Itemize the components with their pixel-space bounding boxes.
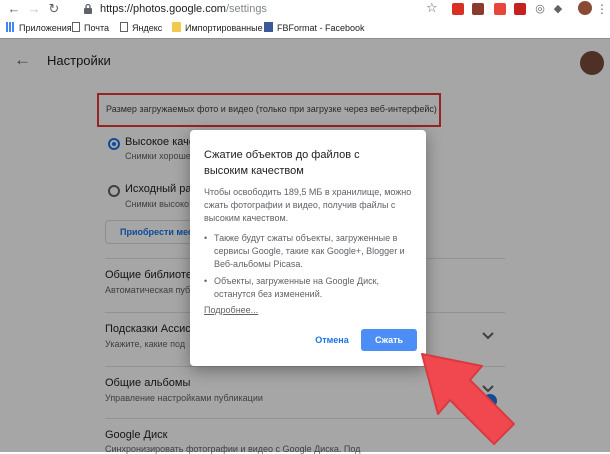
dialog-body: Чтобы освободить 189,5 МБ в хранилище, м… <box>204 187 412 223</box>
cancel-button[interactable]: Отмена <box>310 330 354 350</box>
learn-more-link[interactable]: Подробнее... <box>204 305 258 315</box>
fbformat-icon <box>264 22 273 32</box>
bookmark-yandex[interactable]: Яндекс <box>120 22 162 34</box>
menu-dots-icon[interactable]: ⋮ <box>594 1 610 17</box>
bookmarks-bar: Приложения Почта Яндекс Импортированные … <box>0 18 610 39</box>
extension-square-icon[interactable] <box>514 3 526 15</box>
bookmark-fbformat[interactable]: FBFormat - Facebook <box>264 22 365 34</box>
bookmark-apps[interactable]: Приложения <box>6 22 72 34</box>
extension-red-icon[interactable] <box>452 3 464 15</box>
dialog-bullets: Также будут сжаты объекты, загруженные в… <box>204 232 414 305</box>
back-arrow-icon[interactable]: ← <box>6 1 22 17</box>
extension-shield-icon[interactable] <box>494 3 506 15</box>
apps-grid-icon <box>6 22 15 32</box>
page-icon <box>72 22 80 32</box>
dialog-title: Сжатие объектов до файлов с высоким каче… <box>204 149 360 177</box>
list-item: Также будут сжаты объекты, загруженные в… <box>204 232 414 271</box>
annotation-arrow-icon <box>421 353 515 445</box>
extension-badge-icon[interactable] <box>472 3 484 15</box>
lock-icon <box>84 3 92 14</box>
extension-eye-icon[interactable]: ◎ <box>532 1 548 17</box>
bookmark-mail[interactable]: Почта <box>72 22 109 34</box>
compress-dialog: Сжатие объектов до файлов с высоким каче… <box>190 130 426 366</box>
bookmark-imported[interactable]: Импортированные <box>172 22 263 34</box>
browser-chrome: ← → ↻ https://photos.google.com/settings… <box>0 0 610 39</box>
url-text: https://photos.google.com/settings <box>100 3 267 15</box>
list-item: Объекты, загруженные на Google Диск, ост… <box>204 275 414 301</box>
compress-button[interactable]: Сжать <box>361 329 417 351</box>
profile-avatar-icon[interactable] <box>578 1 592 15</box>
page-icon <box>120 22 128 32</box>
forward-arrow-icon[interactable]: → <box>26 1 42 17</box>
extension-layers-icon[interactable]: ◆ <box>550 1 566 17</box>
reload-icon[interactable]: ↻ <box>46 1 62 17</box>
address-bar[interactable]: https://photos.google.com/settings <box>82 1 444 17</box>
folder-icon <box>172 22 181 32</box>
browser-toolbar: ← → ↻ https://photos.google.com/settings… <box>0 0 610 18</box>
